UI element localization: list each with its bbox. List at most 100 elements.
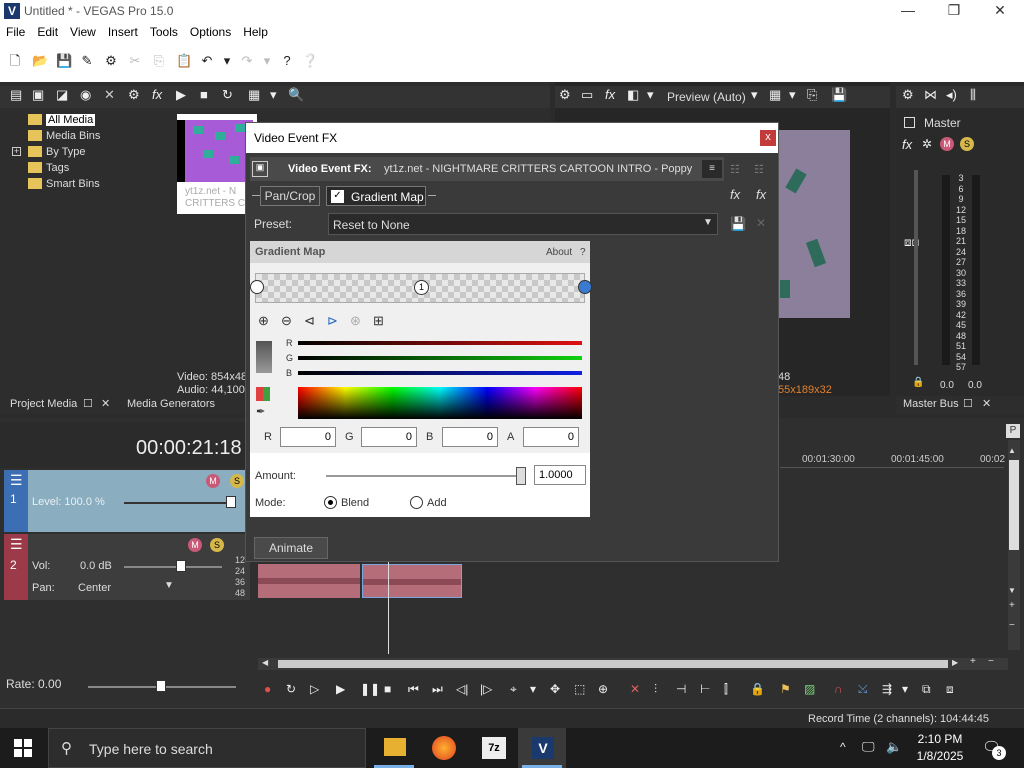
master-close-tab-icon[interactable]: ✕ xyxy=(982,397,991,410)
tab-master-bus[interactable]: Master Bus xyxy=(903,398,959,410)
scroll-left-icon[interactable]: ◀ xyxy=(262,658,268,667)
split-dropdown-icon[interactable]: ▾ xyxy=(647,86,654,104)
region-icon[interactable]: ▨ xyxy=(804,680,815,698)
preset-dropdown-icon[interactable]: ▼ xyxy=(703,217,713,228)
tree-item-tags[interactable]: Tags xyxy=(6,160,100,176)
overlays-icon[interactable]: ▦ xyxy=(769,86,781,104)
preview-properties-icon[interactable]: ⚙ xyxy=(559,86,571,104)
envelope-tool-icon[interactable]: ✥ xyxy=(550,680,560,698)
track2-volume-thumb[interactable] xyxy=(176,560,186,572)
g-input[interactable]: 0 xyxy=(361,427,417,447)
pause-icon[interactable]: ❚❚ xyxy=(360,680,380,698)
gradient-stop-marker[interactable]: 1 xyxy=(414,280,429,295)
minimize-icon[interactable]: — xyxy=(888,2,928,20)
web-icon[interactable]: ◉ xyxy=(80,86,91,104)
render-icon[interactable]: ✎ xyxy=(80,54,94,68)
view-list-icon[interactable]: ☷ xyxy=(730,163,740,176)
delete-preset-icon[interactable]: ✕ xyxy=(756,216,766,230)
trim-start-icon[interactable]: ⊣ xyxy=(676,680,686,698)
import-icon[interactable]: ▤ xyxy=(10,86,22,104)
dialog-close-button[interactable]: x xyxy=(760,130,776,146)
track-menu-icon[interactable]: ☰ xyxy=(10,472,23,489)
play-preview-icon[interactable]: ▶ xyxy=(176,86,186,104)
prev-frame-icon[interactable]: ◁| xyxy=(456,680,468,698)
go-to-end-icon[interactable]: ⏭ xyxy=(432,680,443,698)
snapping-icon[interactable]: ∩ xyxy=(834,680,843,698)
play-from-start-icon[interactable]: ▷ xyxy=(310,680,319,698)
ripple-dropdown-icon[interactable]: ▾ xyxy=(902,680,908,698)
preview-quality-dropdown-icon[interactable]: ▾ xyxy=(751,86,758,104)
track1-number-strip[interactable]: ☰ 1 xyxy=(4,470,28,532)
file-explorer-icon[interactable] xyxy=(384,738,406,756)
7zip-icon[interactable]: 7z xyxy=(482,737,506,759)
next-frame-icon[interactable]: |▷ xyxy=(480,680,492,698)
track1-level-slider[interactable] xyxy=(124,502,236,504)
show-hidden-icons-icon[interactable]: ^ xyxy=(840,740,846,754)
windows-start-icon[interactable] xyxy=(14,739,32,757)
color-swatch[interactable] xyxy=(256,341,272,373)
master-checkbox[interactable] xyxy=(904,117,915,128)
undo-icon[interactable]: ↶ xyxy=(200,54,214,68)
fx-remove-icon[interactable]: fx xyxy=(756,187,766,202)
preset-dropdown[interactable]: Reset to None ▼ xyxy=(328,213,718,235)
fx-add-icon[interactable]: fx xyxy=(730,187,740,202)
dim-output-icon[interactable]: ◂) xyxy=(946,86,957,104)
search-media-icon[interactable]: 🔍 xyxy=(288,86,304,104)
track1-mute-icon[interactable]: M xyxy=(206,474,220,488)
marker-icon[interactable]: P xyxy=(1006,424,1020,438)
vertical-scrollbar[interactable]: ▲ ▼ + − xyxy=(1008,440,1020,650)
audio-clip-selected[interactable] xyxy=(362,564,462,598)
pan-thumb-icon[interactable]: ▼ xyxy=(164,580,174,591)
zoom-in-vertical-icon[interactable]: + xyxy=(1009,600,1015,611)
get-media-icon[interactable]: ◪ xyxy=(56,86,68,104)
master-automation-icon[interactable]: ✲ xyxy=(922,137,932,151)
track1-header[interactable]: M S Level: 100.0 % xyxy=(28,470,250,532)
ripple-edit-icon[interactable]: ⇶ xyxy=(882,680,892,698)
menu-file[interactable]: File xyxy=(0,22,31,39)
overlays-dropdown-icon[interactable]: ▾ xyxy=(789,86,796,104)
normal-edit-tool-icon[interactable]: ⌖ xyxy=(510,680,517,698)
menu-options[interactable]: Options xyxy=(184,22,237,39)
save-preset-icon[interactable]: 💾 xyxy=(730,216,746,232)
network-icon[interactable]: 🖵 xyxy=(862,739,875,755)
view-grid-icon[interactable]: ☷ xyxy=(754,163,764,176)
about-link[interactable]: About xyxy=(546,247,572,258)
disabled-stop-icon[interactable]: ⊛ xyxy=(350,313,361,329)
track2-menu-icon[interactable]: ☰ xyxy=(10,536,23,553)
menu-insert[interactable]: Insert xyxy=(102,22,144,39)
timecode-display[interactable]: 00:00:21:18 xyxy=(136,437,242,460)
stop-icon[interactable]: ■ xyxy=(384,680,391,698)
close-tab-icon[interactable]: ✕ xyxy=(101,397,110,410)
scroll-thumb[interactable] xyxy=(1009,460,1019,550)
split-screen-icon[interactable]: ◧ xyxy=(627,86,639,104)
copy-icon[interactable]: ⎘ xyxy=(152,54,166,68)
copy-snapshot-icon[interactable]: ⎘ xyxy=(807,86,817,104)
loop-icon[interactable]: ↻ xyxy=(286,680,296,698)
save-snapshot-icon[interactable]: 💾 xyxy=(831,86,847,104)
auto-preview-icon[interactable]: ↻ xyxy=(222,86,233,104)
trim-icon[interactable]: ⫶ xyxy=(654,680,657,698)
taskbar-search-box[interactable]: ⚲ Type here to search xyxy=(48,728,366,768)
gradient-map-enable-checkbox[interactable]: ✓ xyxy=(331,190,344,203)
auto-crossfade-icon[interactable]: ⤩ xyxy=(858,680,868,698)
expand-icon[interactable]: + xyxy=(12,147,21,156)
gradient-preview-bar[interactable]: 1 xyxy=(250,273,592,303)
about-help-icon[interactable]: ? xyxy=(580,247,586,258)
ignore-grouping-icon[interactable]: ⧈ xyxy=(946,680,954,698)
tree-item-smart-bins[interactable]: Smart Bins xyxy=(6,176,100,192)
rate-thumb[interactable] xyxy=(156,680,166,692)
fx-menu-icon[interactable]: ≡ xyxy=(702,160,722,178)
open-icon[interactable]: 📂 xyxy=(32,54,48,68)
lock-icon[interactable]: 🔒 xyxy=(912,377,924,388)
zoom-out-vertical-icon[interactable]: − xyxy=(1009,620,1015,631)
track1-level-thumb[interactable] xyxy=(226,496,236,508)
remove-icon[interactable]: ✕ xyxy=(104,86,115,104)
stop-preview-icon[interactable]: ■ xyxy=(200,86,208,104)
scroll-up-icon[interactable]: ▲ xyxy=(1008,446,1016,455)
maximize-icon[interactable]: ❐ xyxy=(934,2,974,20)
r-input[interactable]: 0 xyxy=(280,427,336,447)
master-fx-icon[interactable]: fx xyxy=(902,137,912,152)
help-icon[interactable]: ❔ xyxy=(302,54,318,68)
menu-help[interactable]: Help xyxy=(237,22,274,39)
master-undock-icon[interactable]: ☐ xyxy=(963,397,973,410)
